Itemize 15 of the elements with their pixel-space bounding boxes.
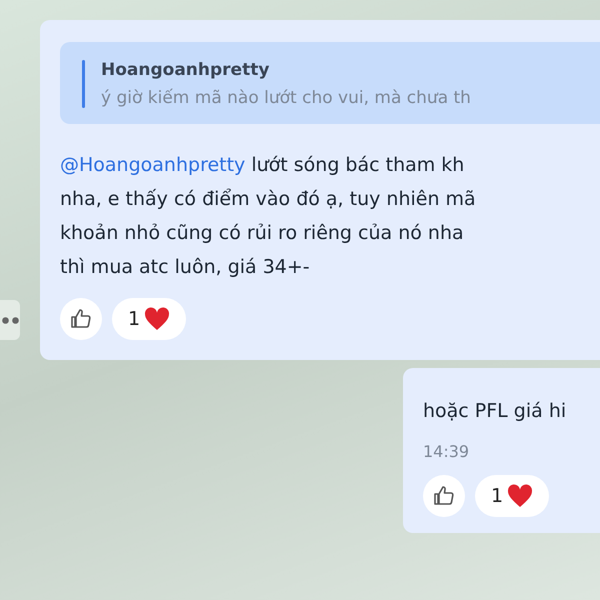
quoted-text: ý giờ kiếm mã nào lướt cho vui, mà chưa th [101,88,471,108]
heart-reaction-button[interactable]: 1 [112,298,186,340]
heart-reaction-button[interactable]: 1 [475,475,550,517]
heart-icon [507,484,534,508]
like-button[interactable] [423,475,465,517]
like-button[interactable] [60,298,102,340]
thumbs-up-icon [69,307,93,331]
message-text: @Hoangoanhpretty lướt sóng bác tham kh nha, e thấy có điểm vào đó ạ, tuy nhiên mã khoản nhỏ cũng có rủi ro riêng của nó nha thì mua atc luôn, giá 34+- [60,153,477,280]
quoted-author: Hoangoanhpretty [101,60,270,80]
message-text: hoặc PFL giá hi [423,399,568,424]
more-icon [2,316,20,324]
mention-link[interactable]: @Hoangoanhpretty [60,154,246,176]
thumbs-up-icon [432,484,456,508]
heart-icon [144,307,170,331]
message-time: 14:39 [423,442,470,461]
